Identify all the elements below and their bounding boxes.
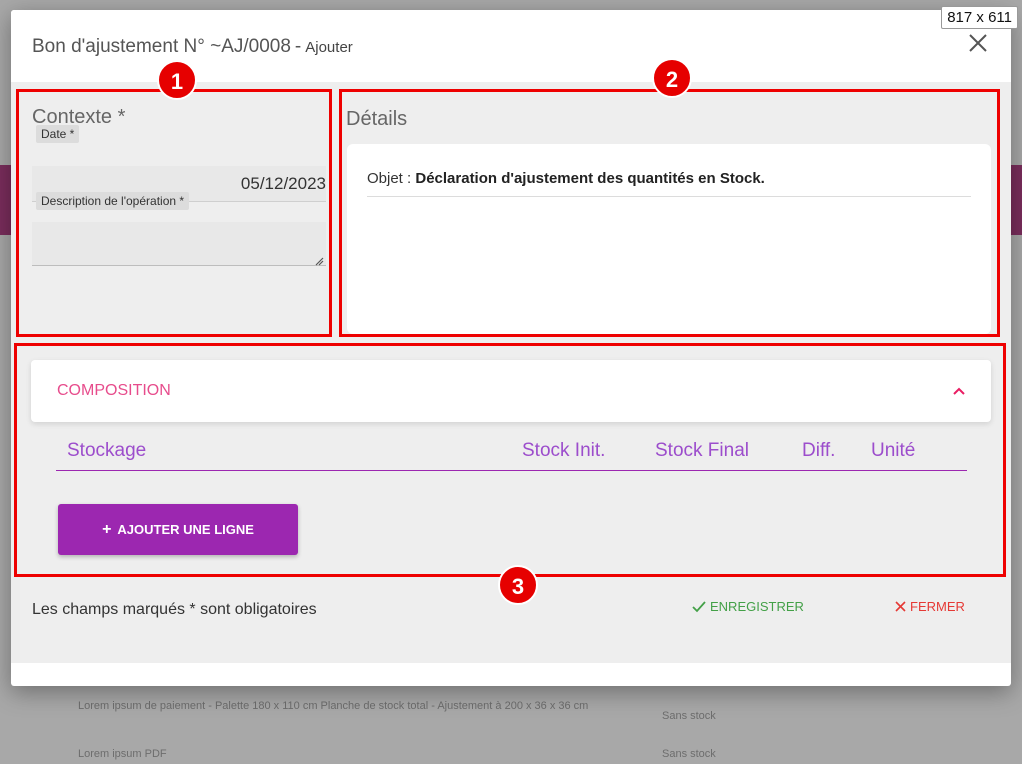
annotation-marker-2: 2 <box>652 58 692 98</box>
title-separator: - <box>294 36 302 57</box>
close-icon[interactable] <box>967 32 989 54</box>
annotation-marker-3: 3 <box>498 565 538 605</box>
size-badge: 817 x 611 <box>941 6 1018 29</box>
background-row-text: Lorem ipsum PDF <box>78 748 167 760</box>
background-row-text: Lorem ipsum de paiement - Palette 180 x … <box>78 700 589 712</box>
save-button[interactable]: ENREGISTRER <box>692 599 804 614</box>
check-icon <box>692 600 706 612</box>
close-icon <box>895 601 906 612</box>
annotation-box-3 <box>14 343 1006 577</box>
dialog-title: Bon d'ajustement N° ~AJ/0008- Ajouter <box>32 36 353 58</box>
background-row-value: Sans stock <box>662 748 716 760</box>
annotation-box-2 <box>339 89 1000 337</box>
background-row-value: Sans stock <box>662 710 716 722</box>
close-label: FERMER <box>910 599 965 614</box>
close-icon-svg <box>969 34 987 52</box>
dialog-mode: Ajouter <box>305 39 353 56</box>
save-label: ENREGISTRER <box>710 599 804 614</box>
annotation-box-1 <box>16 89 332 337</box>
close-button[interactable]: FERMER <box>895 599 965 614</box>
required-fields-note: Les champs marqués * sont obligatoires <box>32 601 317 618</box>
annotation-marker-1: 1 <box>157 60 197 100</box>
dialog-title-text: Bon d'ajustement N° ~AJ/0008 <box>32 36 291 57</box>
